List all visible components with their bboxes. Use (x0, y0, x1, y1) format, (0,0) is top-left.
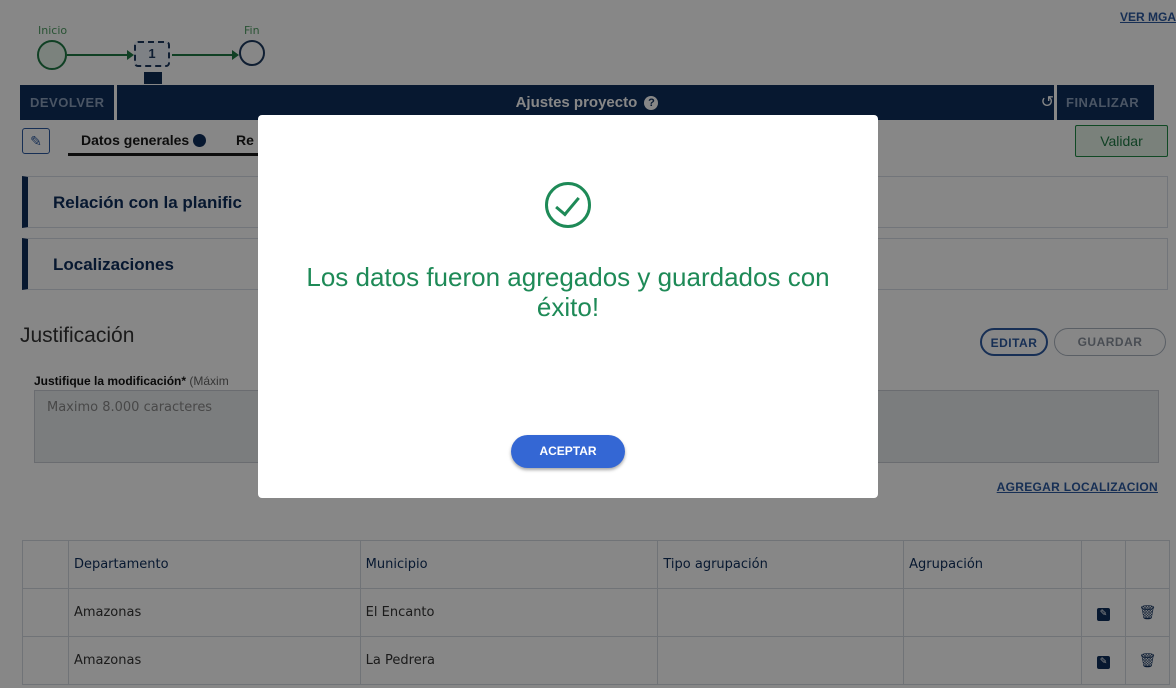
check-circle-icon (545, 182, 591, 228)
aceptar-button[interactable]: ACEPTAR (511, 435, 625, 468)
success-modal: Los datos fueron agregados y guardados c… (258, 115, 878, 498)
success-message: Los datos fueron agregados y guardados c… (306, 262, 830, 322)
